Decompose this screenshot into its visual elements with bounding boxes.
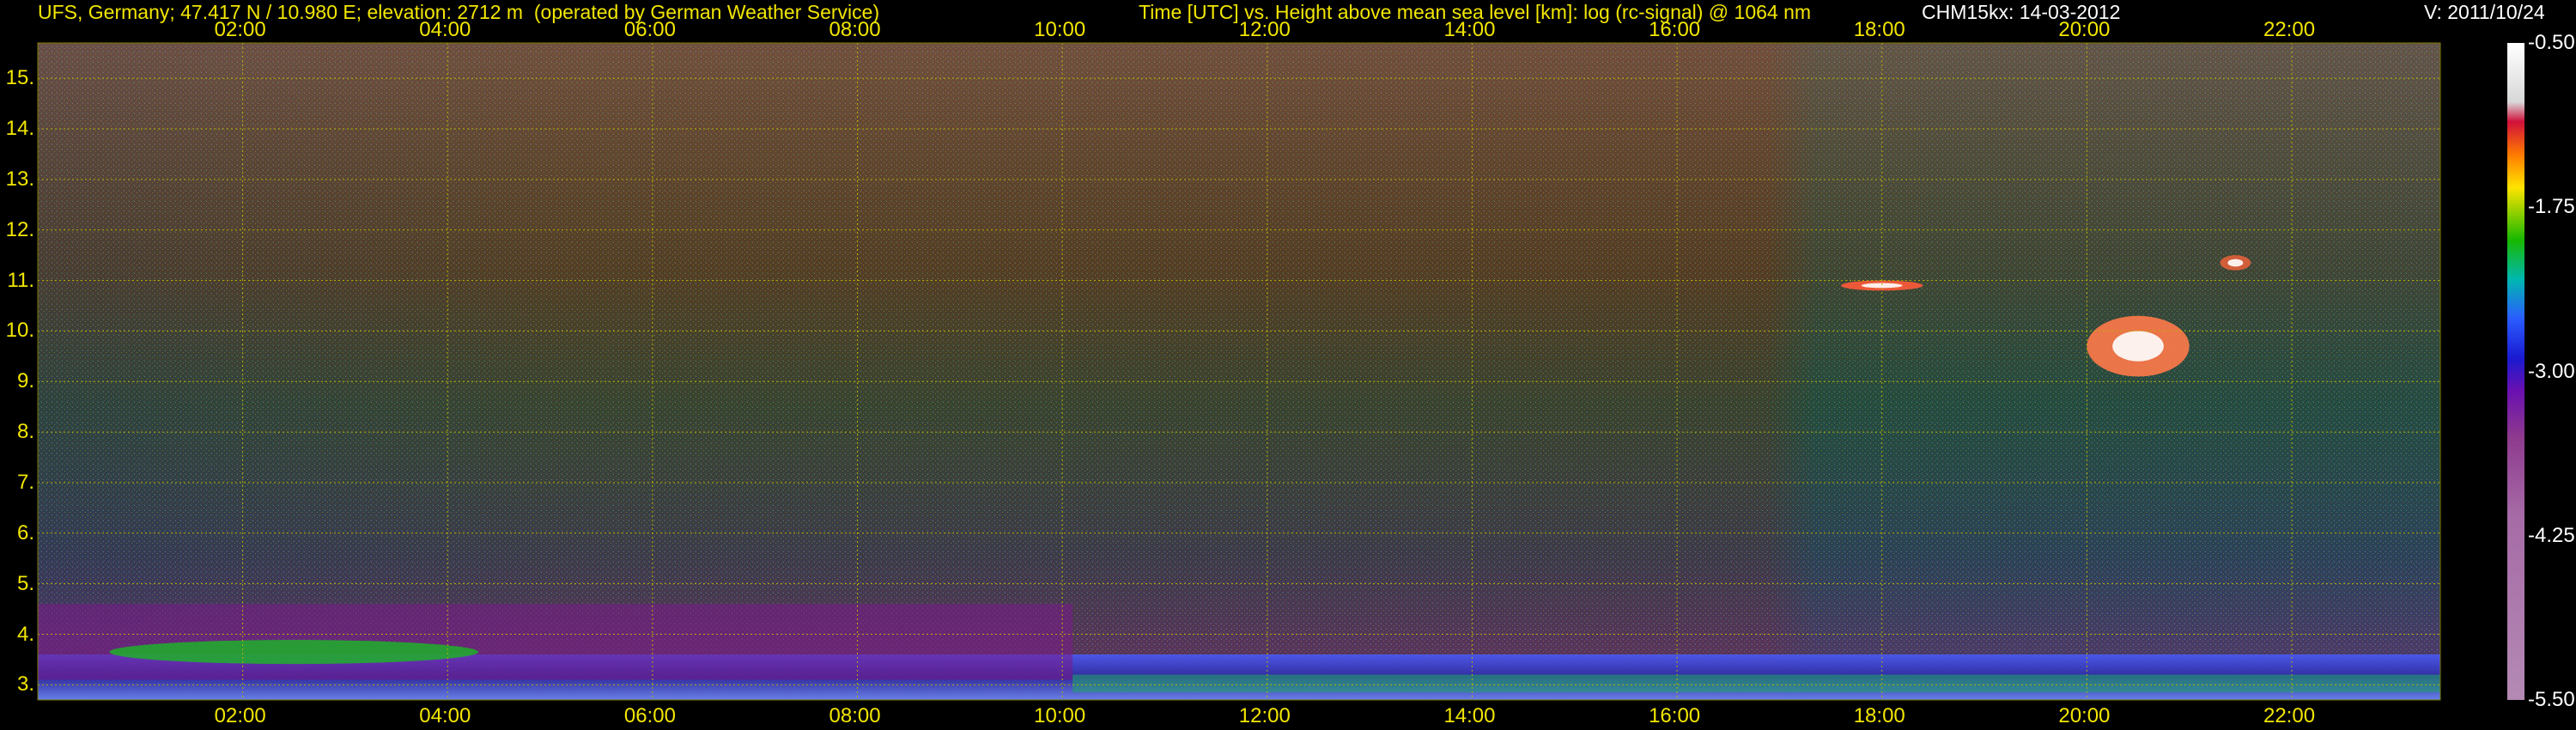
x-tick-label-bottom: 04:00 xyxy=(419,704,471,727)
aerosol-band xyxy=(109,640,479,665)
y-tick-label: 13. xyxy=(5,167,34,191)
x-tick-label-top: 06:00 xyxy=(623,18,676,41)
feature-layer xyxy=(38,604,1073,680)
y-tick-label: 6. xyxy=(16,520,34,544)
y-tick-label: 4. xyxy=(16,622,34,646)
x-tick-label-bottom: 16:00 xyxy=(1649,704,1701,727)
x-tick-label-top: 12:00 xyxy=(1238,18,1291,41)
x-tick-label-bottom: 06:00 xyxy=(623,704,676,727)
y-tick-label: 9. xyxy=(16,369,34,393)
y-tick-label: 15. xyxy=(5,66,34,90)
x-tick-label-top: 20:00 xyxy=(2058,18,2111,41)
cirrus-cloud-core xyxy=(2112,331,2164,362)
x-tick-label-bottom: 18:00 xyxy=(1853,704,1905,727)
x-tick-label-top: 04:00 xyxy=(419,18,471,41)
colorbar-tick-label: -4.25 xyxy=(2528,523,2575,547)
x-tick-label-top: 02:00 xyxy=(214,18,266,41)
x-tick-label-top: 14:00 xyxy=(1443,18,1496,41)
x-tick-label-top: 22:00 xyxy=(2263,18,2316,41)
colorbar xyxy=(2507,43,2524,700)
x-tick-label-bottom: 14:00 xyxy=(1443,704,1496,727)
y-tick-label: 5. xyxy=(16,571,34,595)
y-tick-label: 8. xyxy=(16,420,34,444)
colorbar-tick-label: -5.50 xyxy=(2528,688,2575,711)
colorbar-tick-label: -1.75 xyxy=(2528,195,2575,219)
plot-area xyxy=(37,42,2441,701)
colorbar-tick-label: -3.00 xyxy=(2528,359,2575,383)
x-tick-label-bottom: 10:00 xyxy=(1034,704,1086,727)
x-tick-label-bottom: 22:00 xyxy=(2263,704,2316,727)
x-tick-label-top: 10:00 xyxy=(1034,18,1086,41)
x-tick-label-bottom: 08:00 xyxy=(829,704,881,727)
y-tick-label: 7. xyxy=(16,470,34,494)
lidar-chart xyxy=(37,42,2524,701)
y-tick-label: 10. xyxy=(5,319,34,343)
colorbar-tick-label: -0.50 xyxy=(2528,31,2575,54)
version-label: V: 2011/10/24 xyxy=(2424,1,2545,23)
cirrus-cloud-core xyxy=(2227,259,2244,267)
x-tick-label-bottom: 20:00 xyxy=(2058,704,2111,727)
y-tick-label: 12. xyxy=(5,217,34,241)
x-tick-label-top: 16:00 xyxy=(1649,18,1701,41)
y-tick-label: 14. xyxy=(5,117,34,141)
y-tick-label: 3. xyxy=(16,672,34,697)
heatmap-noise xyxy=(38,43,2440,700)
x-tick-label-top: 18:00 xyxy=(1853,18,1905,41)
x-tick-label-top: 08:00 xyxy=(829,18,881,41)
x-tick-label-bottom: 12:00 xyxy=(1238,704,1291,727)
y-tick-label: 11. xyxy=(7,268,34,292)
x-tick-label-bottom: 02:00 xyxy=(214,704,266,727)
aerosol-band xyxy=(1072,674,2440,693)
